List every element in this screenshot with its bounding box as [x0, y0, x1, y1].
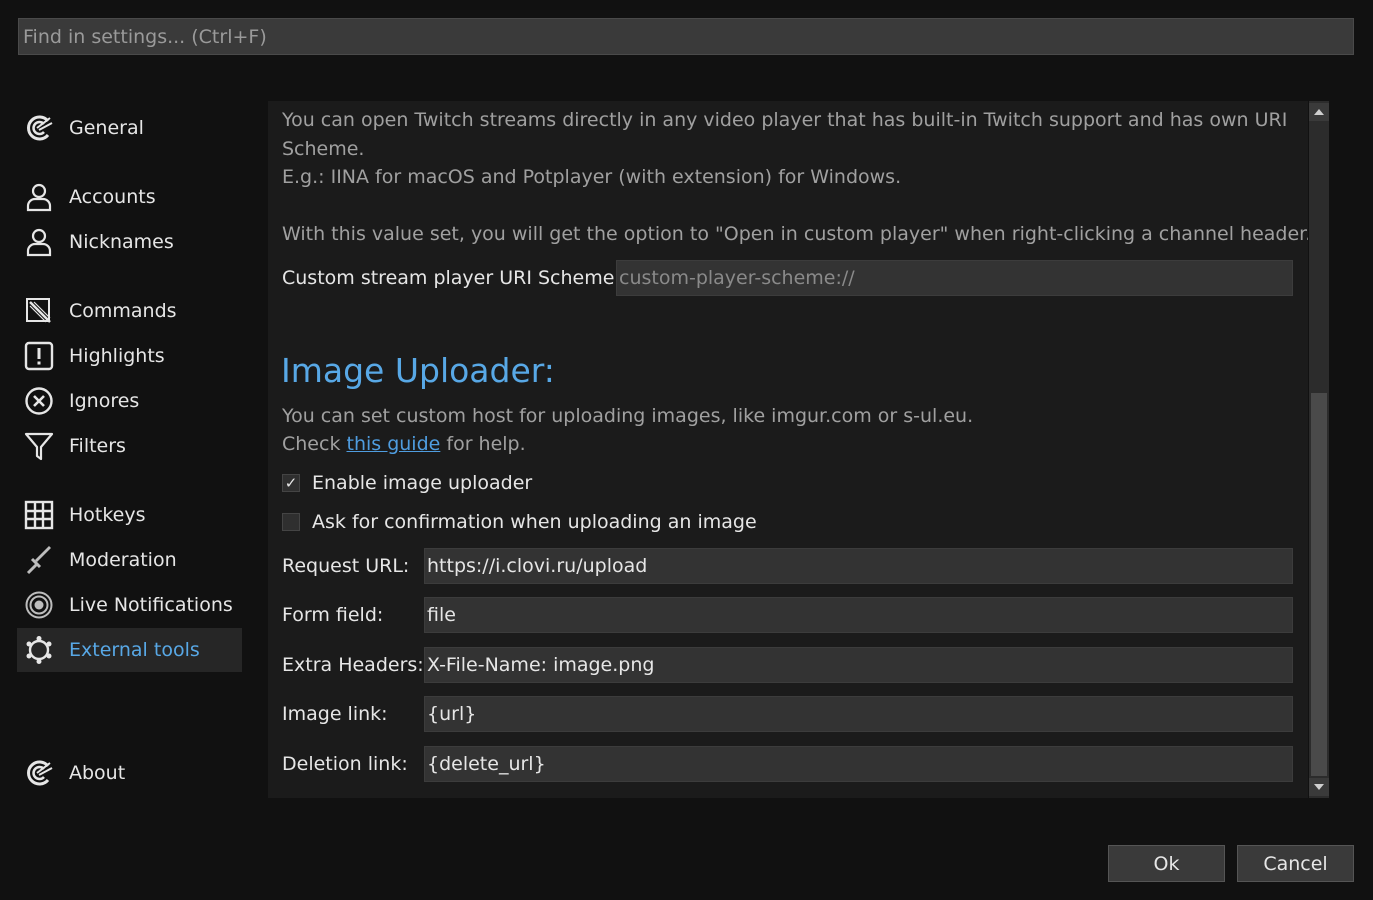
- confirm-upload-checkbox[interactable]: [282, 513, 300, 531]
- deletion-link-label: Deletion link:: [282, 753, 408, 775]
- user-icon: [23, 226, 55, 258]
- broadcast-icon: [23, 589, 55, 621]
- exclamation-box-icon: [23, 340, 55, 372]
- grid-icon: [23, 499, 55, 531]
- sidebar-item-highlights[interactable]: Highlights: [17, 334, 242, 378]
- enable-uploader-checkbox[interactable]: ✓: [282, 474, 300, 492]
- sidebar-item-ignores[interactable]: Ignores: [17, 379, 242, 423]
- sidebar-item-live-notifications[interactable]: Live Notifications: [17, 583, 242, 627]
- sidebar-item-label: Accounts: [69, 186, 156, 208]
- scroll-thumb[interactable]: [1311, 393, 1327, 776]
- scroll-up-button[interactable]: [1309, 103, 1329, 121]
- sidebar-item-label: Highlights: [69, 345, 165, 367]
- request-url-input[interactable]: [424, 548, 1293, 584]
- funnel-icon: [23, 430, 55, 462]
- enable-uploader-option[interactable]: ✓ Enable image uploader: [282, 472, 532, 494]
- request-url-label: Request URL:: [282, 555, 410, 577]
- image-link-input[interactable]: [424, 696, 1293, 732]
- sidebar-item-moderation[interactable]: Moderation: [17, 538, 242, 582]
- image-link-label: Image link:: [282, 703, 388, 725]
- confirm-upload-label: Ask for confirmation when uploading an i…: [312, 511, 757, 533]
- sidebar-item-external-tools[interactable]: External tools: [17, 628, 242, 672]
- deletion-link-input[interactable]: [424, 746, 1293, 782]
- custom-player-label: Custom stream player URI Scheme:: [282, 267, 621, 289]
- x-circle-icon: [23, 385, 55, 417]
- sidebar-item-label: General: [69, 117, 144, 139]
- gear-icon: [23, 634, 55, 666]
- sword-icon: [23, 544, 55, 576]
- sidebar-item-label: Hotkeys: [69, 504, 146, 526]
- scroll-down-button[interactable]: [1309, 778, 1329, 796]
- custom-player-uri-input[interactable]: [616, 260, 1293, 296]
- sidebar-item-label: External tools: [69, 639, 200, 661]
- user-icon: [23, 181, 55, 213]
- chevron-up-icon: [1314, 109, 1324, 115]
- player-intro-text: You can open Twitch streams directly in …: [282, 109, 1288, 131]
- enable-uploader-label: Enable image uploader: [312, 472, 533, 494]
- cancel-button[interactable]: Cancel: [1237, 845, 1354, 882]
- sidebar-item-label: Ignores: [69, 390, 140, 412]
- sidebar-item-commands[interactable]: Commands: [17, 289, 242, 333]
- form-field-label: Form field:: [282, 604, 384, 626]
- sidebar-item-label: Moderation: [69, 549, 177, 571]
- extra-headers-label: Extra Headers:: [282, 654, 424, 676]
- chevron-down-icon: [1314, 784, 1324, 790]
- image-uploader-heading: Image Uploader:: [281, 351, 555, 390]
- sidebar-item-filters[interactable]: Filters: [17, 424, 242, 468]
- sidebar-item-accounts[interactable]: Accounts: [17, 175, 242, 219]
- player-intro-text: Scheme.: [282, 138, 365, 160]
- sidebar-item-label: Nicknames: [69, 231, 174, 253]
- chatterino-logo-icon: [23, 757, 55, 789]
- settings-content-panel: You can open Twitch streams directly in …: [268, 101, 1308, 798]
- ok-button[interactable]: Ok: [1108, 845, 1225, 882]
- uploader-description: You can set custom host for uploading im…: [282, 405, 974, 427]
- search-input[interactable]: [18, 18, 1354, 55]
- scroll-track[interactable]: [1311, 121, 1327, 391]
- chatterino-logo-icon: [23, 112, 55, 144]
- player-intro-text: E.g.: IINA for macOS and Potplayer (with…: [282, 166, 902, 188]
- player-intro-text: With this value set, you will get the op…: [282, 223, 1308, 245]
- sidebar-item-label: Filters: [69, 435, 126, 457]
- form-field-input[interactable]: [424, 597, 1293, 633]
- sidebar-item-hotkeys[interactable]: Hotkeys: [17, 493, 242, 537]
- extra-headers-input[interactable]: [424, 647, 1293, 683]
- uploader-help-text: Check this guide for help.: [282, 433, 526, 455]
- sidebar-item-label: About: [69, 762, 126, 784]
- sidebar-item-label: Live Notifications: [69, 594, 233, 616]
- guide-link[interactable]: this guide: [347, 433, 441, 455]
- commands-icon: [23, 295, 55, 327]
- content-scrollbar[interactable]: [1309, 101, 1329, 798]
- confirm-upload-option[interactable]: Ask for confirmation when uploading an i…: [282, 511, 757, 533]
- sidebar-item-label: Commands: [69, 300, 177, 322]
- sidebar-item-about[interactable]: About: [17, 751, 242, 795]
- sidebar-item-nicknames[interactable]: Nicknames: [17, 220, 242, 264]
- sidebar-item-general[interactable]: General: [17, 106, 242, 150]
